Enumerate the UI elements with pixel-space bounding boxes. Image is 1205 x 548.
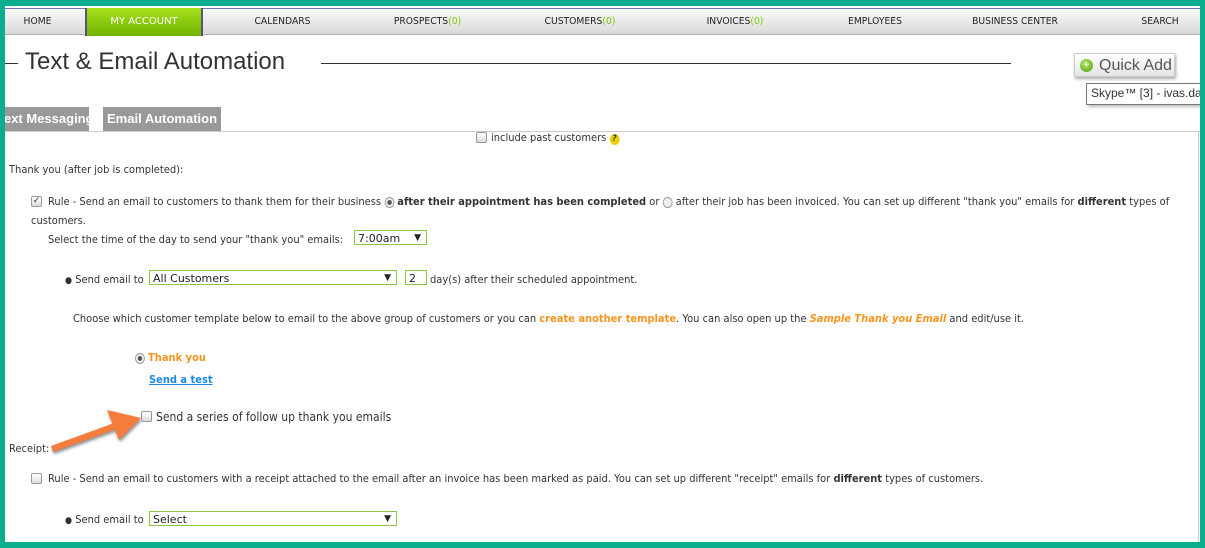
receipt-send-to-select[interactable]: Select ▼: [149, 511, 397, 526]
send-test-link[interactable]: Send a test: [149, 373, 213, 386]
skype-tooltip: Skype™ [3] - ivas.dac: [1086, 83, 1200, 105]
quick-add-button[interactable]: + Quick Add: [1074, 53, 1175, 77]
nav-customers[interactable]: CUSTOMERS(0): [520, 9, 640, 34]
time-label: Select the time of the day to send your …: [48, 233, 344, 246]
prospects-count: (0): [448, 16, 462, 27]
plus-icon: +: [1080, 59, 1093, 72]
follow-up-series-label: Send a series of follow up thank you ema…: [156, 410, 392, 424]
choose-template-text: Choose which customer template below to …: [73, 312, 1025, 325]
nav-prospects-label: PROSPECTS: [393, 16, 449, 27]
thank-you-rule-text-cont: customers.: [31, 214, 86, 227]
nav-business-center[interactable]: BUSINESS CENTER: [960, 9, 1070, 34]
customers-count: (0): [602, 16, 616, 27]
nav-invoices[interactable]: INVOICES(0): [680, 9, 790, 34]
nav-customers-label: CUSTOMERS: [544, 16, 603, 27]
receipt-rule-checkbox[interactable]: [31, 473, 42, 484]
help-icon[interactable]: ?: [609, 134, 620, 145]
time-select[interactable]: 7:00am ▼: [354, 230, 427, 245]
thank-you-heading: Thank you (after job is completed):: [9, 163, 184, 176]
include-past-label: include past customers ?: [491, 131, 620, 145]
after-appointment-radio[interactable]: [384, 196, 395, 208]
receipt-rule-text: Rule - Send an email to customers with a…: [48, 472, 984, 485]
nav-calendars[interactable]: CALENDARS: [225, 9, 340, 34]
include-past-checkbox[interactable]: [476, 132, 487, 143]
sample-email-link[interactable]: Sample Thank you Email: [810, 312, 947, 325]
nav-home[interactable]: HOME: [8, 9, 68, 34]
quick-add-label: Quick Add: [1099, 57, 1172, 74]
dropdown-arrow-icon: ▼: [414, 233, 421, 243]
after-invoiced-radio[interactable]: [662, 196, 673, 208]
page: HOME CALENDARS PROSPECTS(0) CUSTOMERS(0)…: [5, 6, 1200, 542]
page-title: Text & Email Automation: [25, 48, 286, 75]
send-to-select[interactable]: All Customers ▼: [149, 270, 397, 285]
content-border: [1198, 131, 1199, 542]
template-option: Thank you: [135, 351, 206, 364]
tab-email-automation[interactable]: Email Automation: [103, 107, 222, 131]
dropdown-arrow-icon: ▼: [384, 273, 391, 283]
template-name: Thank you: [148, 351, 206, 364]
title-rule-right: [321, 63, 1011, 64]
receipt-send-to-label: ● Send email to: [65, 513, 144, 526]
tab-text-messaging[interactable]: Text Messaging: [5, 107, 94, 131]
nav-prospects[interactable]: PROSPECTS(0): [370, 9, 485, 34]
days-input[interactable]: 2: [405, 270, 427, 285]
receipt-heading: Receipt:: [9, 442, 50, 455]
invoices-count: (0): [750, 16, 764, 27]
nav-search[interactable]: SEARCH: [1128, 9, 1192, 34]
arrow-annotation-icon: [51, 410, 141, 452]
thank-you-rule-text: Rule - Send an email to customers to tha…: [48, 195, 1170, 208]
template-radio[interactable]: [135, 352, 145, 364]
nav-my-account[interactable]: MY ACCOUNT: [85, 8, 203, 36]
create-template-link[interactable]: create another template: [539, 312, 676, 325]
nav-employees[interactable]: EMPLOYEES: [820, 9, 930, 34]
thank-you-rule-checkbox[interactable]: ✓: [31, 196, 42, 207]
nav-invoices-label: INVOICES: [706, 16, 751, 27]
dropdown-arrow-icon: ▼: [384, 514, 391, 524]
days-suffix: day(s) after their scheduled appointment…: [430, 273, 638, 286]
title-rule-left: [5, 63, 18, 64]
send-to-label: ● Send email to: [65, 273, 144, 286]
top-nav: HOME CALENDARS PROSPECTS(0) CUSTOMERS(0)…: [5, 8, 1200, 36]
